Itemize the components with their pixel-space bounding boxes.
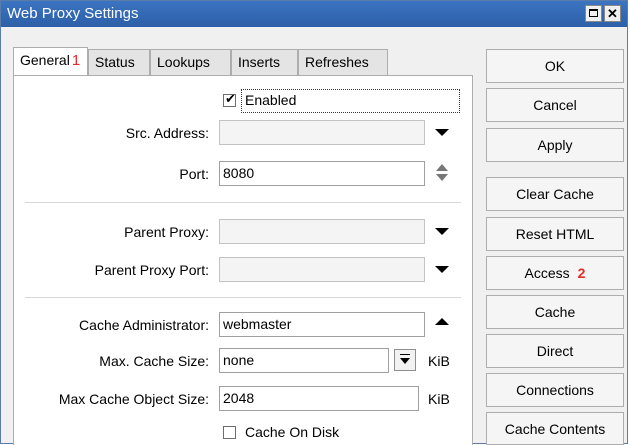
tab-lookups-label: Lookups: [157, 54, 210, 70]
section-divider: [25, 202, 461, 203]
parent-proxy-label: Parent Proxy:: [124, 224, 209, 240]
tab-refreshes[interactable]: Refreshes: [298, 49, 388, 75]
web-proxy-settings-window: Web Proxy Settings ✕ General 1 Status Loo…: [0, 0, 628, 445]
enabled-label[interactable]: Enabled: [245, 92, 296, 108]
access-button-label: Access: [524, 265, 570, 281]
cache-administrator-label: Cache Administrator:: [79, 317, 209, 333]
access-button[interactable]: Access 2: [486, 256, 624, 290]
parent-proxy-dropdown-icon[interactable]: [435, 228, 449, 235]
src-address-field[interactable]: [219, 120, 425, 145]
max-cache-object-size-unit: KiB: [428, 391, 450, 407]
cache-administrator-field[interactable]: webmaster: [219, 312, 425, 337]
tab-general[interactable]: General 1: [13, 47, 88, 75]
parent-proxy-field[interactable]: [219, 219, 425, 244]
tab-inserts-label: Inserts: [238, 54, 281, 70]
cache-on-disk-checkbox[interactable]: [223, 426, 236, 439]
apply-button[interactable]: Apply: [486, 128, 624, 162]
parent-proxy-port-field[interactable]: [219, 257, 425, 282]
max-cache-size-field[interactable]: none: [219, 348, 389, 373]
cache-administrator-collapse-icon[interactable]: [435, 318, 449, 325]
tab-lookups[interactable]: Lookups: [150, 49, 231, 75]
parent-proxy-port-label: Parent Proxy Port:: [94, 262, 209, 278]
parent-proxy-port-dropdown-icon[interactable]: [435, 266, 449, 273]
maximize-icon[interactable]: [585, 5, 602, 22]
tab-general-label: General: [20, 52, 70, 68]
cache-button[interactable]: Cache: [486, 295, 624, 329]
max-cache-object-size-label: Max Cache Object Size:: [58, 391, 209, 407]
ok-button[interactable]: OK: [486, 49, 624, 83]
cancel-button[interactable]: Cancel: [486, 88, 624, 122]
tab-status-label: Status: [95, 54, 135, 70]
enabled-checkbox[interactable]: ✔: [223, 91, 236, 107]
annotation-marker-2: 2: [577, 265, 586, 281]
direct-button[interactable]: Direct: [486, 334, 624, 368]
clear-cache-button[interactable]: Clear Cache: [486, 177, 624, 211]
max-cache-size-dropdown-icon[interactable]: [394, 349, 416, 371]
tab-refreshes-label: Refreshes: [305, 54, 369, 70]
max-cache-object-size-field[interactable]: 2048: [219, 386, 419, 411]
src-address-dropdown-icon[interactable]: [435, 129, 449, 136]
connections-button[interactable]: Connections: [486, 373, 624, 407]
tab-status[interactable]: Status: [88, 49, 150, 75]
section-divider: [25, 297, 461, 298]
cache-on-disk-label[interactable]: Cache On Disk: [245, 424, 339, 440]
cache-contents-button[interactable]: Cache Contents: [486, 412, 624, 445]
tab-inserts[interactable]: Inserts: [231, 49, 298, 75]
port-label: Port:: [179, 166, 209, 182]
checkmark-icon: ✔: [225, 91, 236, 106]
port-field[interactable]: 8080: [219, 161, 425, 186]
reset-html-button[interactable]: Reset HTML: [486, 217, 624, 251]
window-title: Web Proxy Settings: [7, 5, 139, 22]
port-spinner-icon[interactable]: [436, 164, 450, 182]
annotation-marker-1: 1: [71, 52, 81, 69]
src-address-label: Src. Address:: [125, 125, 209, 141]
max-cache-size-label: Max. Cache Size:: [99, 353, 209, 369]
max-cache-size-unit: KiB: [428, 353, 450, 369]
title-bar: Web Proxy Settings ✕: [1, 1, 627, 27]
close-icon[interactable]: ✕: [604, 5, 621, 22]
